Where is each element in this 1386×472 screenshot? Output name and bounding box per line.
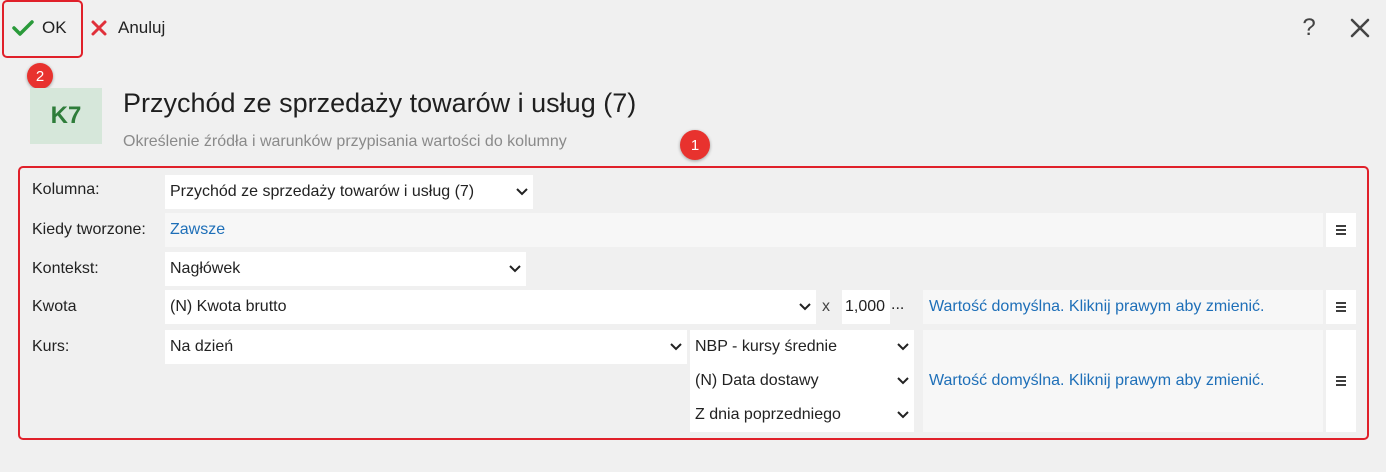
- step-badge-2: 2: [27, 63, 53, 89]
- cancel-button[interactable]: Anuluj: [90, 6, 165, 50]
- kolumna-select[interactable]: Przychód ze sprzedaży towarów i usług (7…: [165, 175, 533, 209]
- chevron-down-icon: [504, 252, 526, 286]
- kwota-note[interactable]: Wartość domyślna. Kliknij prawym aby zmi…: [923, 290, 1323, 324]
- chevron-down-icon: [511, 175, 533, 209]
- step-badge-1: 1: [680, 130, 710, 160]
- kolumna-label: Kolumna:: [32, 181, 100, 198]
- kiedy-label: Kiedy tworzone:: [32, 221, 146, 238]
- kurs-source-select[interactable]: NBP - kursy średnie: [690, 330, 914, 364]
- kurs-date-select[interactable]: (N) Data dostawy: [690, 364, 914, 398]
- cancel-button-label: Anuluj: [118, 18, 166, 37]
- toolbar: OK Anuluj ?: [0, 0, 1386, 56]
- hamburger-icon: [1336, 302, 1346, 312]
- multiplier-input[interactable]: 1,000: [842, 290, 890, 324]
- page-title: Przychód ze sprzedaży towarów i usług (7…: [123, 88, 637, 118]
- ok-highlight-box: [2, 0, 83, 58]
- kurs-label: Kurs:: [32, 338, 70, 355]
- kurs-select[interactable]: Na dzień: [165, 330, 687, 364]
- kurs-offset-value: Z dnia poprzedniego: [695, 406, 841, 423]
- kurs-value: Na dzień: [170, 338, 234, 355]
- kwota-menu-button[interactable]: [1326, 290, 1356, 324]
- kiedy-menu-button[interactable]: [1326, 213, 1356, 247]
- kontekst-label: Kontekst:: [32, 260, 99, 277]
- page-subtitle: Określenie źródła i warunków przypisania…: [123, 133, 567, 150]
- kurs-source-value: NBP - kursy średnie: [695, 338, 837, 355]
- kontekst-value: Nagłówek: [170, 260, 241, 277]
- chevron-down-icon: [892, 364, 914, 398]
- close-button[interactable]: [1345, 12, 1375, 44]
- kwota-select[interactable]: (N) Kwota brutto: [165, 290, 816, 324]
- chevron-down-icon: [892, 330, 914, 364]
- kolumna-value: Przychód ze sprzedaży towarów i usług (7…: [170, 183, 475, 200]
- hamburger-icon: [1336, 225, 1346, 235]
- kurs-date-value: (N) Data dostawy: [695, 372, 819, 389]
- kurs-menu-button[interactable]: [1326, 330, 1356, 432]
- kurs-offset-select[interactable]: Z dnia poprzedniego: [690, 398, 914, 432]
- kwota-value: (N) Kwota brutto: [170, 298, 287, 315]
- kurs-note[interactable]: Wartość domyślna. Kliknij prawym aby zmi…: [923, 330, 1323, 432]
- chevron-down-icon: [794, 290, 816, 324]
- help-button[interactable]: ?: [1294, 12, 1324, 44]
- multiplier-value: 1,000: [845, 298, 886, 315]
- kiedy-value: Zawsze: [170, 221, 226, 238]
- chevron-down-icon: [892, 398, 914, 432]
- cross-icon: [91, 20, 107, 36]
- kwota-label: Kwota: [32, 298, 77, 315]
- chevron-down-icon: [665, 330, 687, 364]
- column-code-tile: K7: [30, 88, 102, 144]
- kontekst-select[interactable]: Nagłówek: [165, 252, 526, 286]
- kiedy-link-field[interactable]: Zawsze: [165, 213, 1323, 247]
- hamburger-icon: [1336, 376, 1346, 386]
- multiplier-sign: x: [822, 298, 830, 315]
- close-icon: [1350, 18, 1370, 38]
- multiplier-ellipsis-button[interactable]: ...: [891, 296, 904, 314]
